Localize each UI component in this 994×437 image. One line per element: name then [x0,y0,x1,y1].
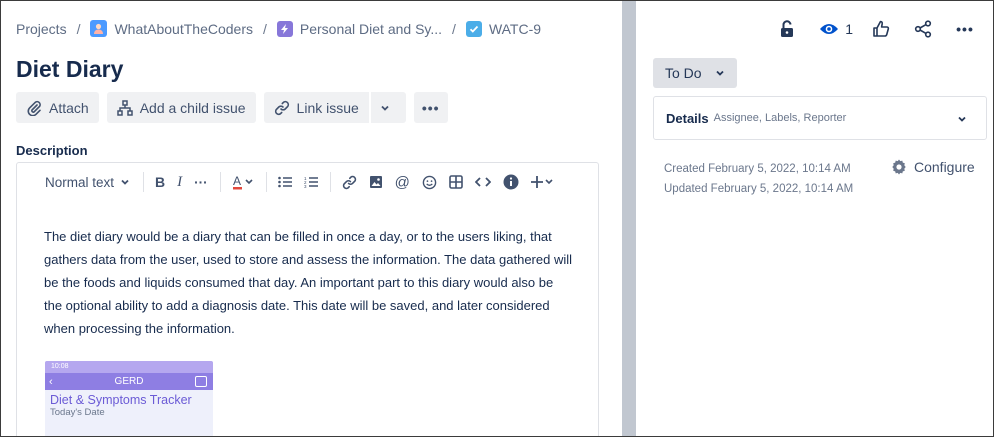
table-icon[interactable] [449,175,463,189]
bullet-list-icon[interactable] [277,176,292,188]
breadcrumb-separator: / [263,20,267,37]
toolbar-divider [329,172,331,192]
attached-screenshot[interactable]: 10:08 ‹ GERD Diet & Symptoms Tracker Tod… [45,361,213,436]
hierarchy-icon [116,99,133,116]
attach-button[interactable]: Attach [16,92,99,123]
insert-more-icon[interactable] [530,175,555,189]
chevron-down-icon [121,179,129,185]
issue-header-actions: 1 ••• [759,17,979,41]
add-child-issue-button[interactable]: Add a child issue [106,92,256,123]
issue-sidebar: 1 ••• To Do Details Assignee, Labels, Re… [636,1,993,436]
more-actions-button[interactable]: ••• [413,92,448,123]
emoji-icon[interactable] [422,175,437,190]
task-icon [465,20,482,37]
share-icon[interactable] [909,17,937,41]
watch-count: 1 [845,21,853,37]
watch-button[interactable]: 1 [819,21,853,37]
numbered-list-icon[interactable]: 123 [304,176,318,188]
preview-subheading: Today's Date [50,407,105,418]
issue-dates: Created February 5, 2022, 10:14 AM Updat… [664,159,853,199]
description-text[interactable]: The diet diary would be a diary that can… [44,225,574,340]
info-panel-icon[interactable] [503,174,519,190]
back-icon: ‹ [49,375,53,388]
editor-toolbar: Normal text B I ··· A 123 @ [17,163,598,201]
panel-resize-handle[interactable] [622,1,636,436]
breadcrumb-separator: / [76,20,81,37]
issue-view: Projects / WhatAboutTheCoders / Personal… [0,0,994,437]
status-label: To Do [665,65,702,81]
text-style-dropdown[interactable]: Normal text [45,175,131,190]
status-dropdown[interactable]: To Do [653,58,737,88]
breadcrumb-issue-key[interactable]: WATC-9 [489,21,541,37]
configure-label: Configure [914,159,975,175]
breadcrumb-project[interactable]: WhatAboutTheCoders [90,20,253,37]
breadcrumb: Projects / WhatAboutTheCoders / Personal… [16,20,541,37]
more-options-icon[interactable]: ••• [951,17,979,41]
link-issue-split-button: Link issue [263,92,406,123]
add-child-label: Add a child issue [139,99,246,116]
svg-text:A: A [233,174,241,188]
eye-icon [820,24,839,34]
breadcrumb-epic[interactable]: Personal Diet and Sy... [276,20,442,37]
chevron-down-icon [958,116,966,122]
link-issue-label: Link issue [296,99,359,116]
chevron-down-icon [715,70,724,76]
link-icon[interactable] [342,175,357,190]
breadcrumb-project-label[interactable]: WhatAboutTheCoders [114,21,253,37]
toolbar-divider [265,172,267,192]
description-editor[interactable]: Normal text B I ··· A 123 @ The diet dia… [16,162,599,436]
gear-icon [892,159,906,175]
chevron-down-icon [381,105,389,111]
preview-status-bar: 10:08 [45,361,213,373]
thumbs-up-icon[interactable] [867,17,895,41]
details-title: Details [666,110,709,126]
details-subtitle: Assignee, Labels, Reporter [713,112,847,124]
more-formatting-icon[interactable]: ··· [194,175,208,190]
profile-icon [195,376,207,387]
preview-bar-title: GERD [114,376,144,387]
breadcrumb-projects[interactable]: Projects [16,21,67,37]
code-icon[interactable] [474,176,491,188]
issue-main-panel: Projects / WhatAboutTheCoders / Personal… [1,1,622,436]
preview-app-bar: ‹ GERD [45,373,213,390]
toolbar-divider [143,172,145,192]
issue-toolbar: Attach Add a child issue Link issue ••• [16,92,448,123]
epic-icon [276,20,293,37]
link-issue-dropdown[interactable] [370,92,406,123]
description-label: Description [16,143,88,158]
created-date: Created February 5, 2022, 10:14 AM [664,163,851,175]
preview-heading: Diet & Symptoms Tracker [50,393,192,407]
svg-text:3: 3 [304,184,307,188]
bold-icon[interactable]: B [155,174,165,190]
issue-title[interactable]: Diet Diary [16,56,123,83]
paperclip-icon [27,100,41,116]
breadcrumb-separator: / [452,20,456,37]
link-icon [274,100,289,115]
details-panel[interactable]: Details Assignee, Labels, Reporter [653,96,987,140]
text-style-label: Normal text [45,174,115,190]
mention-icon[interactable]: @ [395,174,410,191]
updated-date: Updated February 5, 2022, 10:14 AM [664,183,854,195]
link-issue-button[interactable]: Link issue [263,92,369,123]
configure-button[interactable]: Configure [890,158,975,176]
breadcrumb-issue[interactable]: WATC-9 [465,20,541,37]
italic-icon[interactable]: I [177,174,182,191]
text-color-icon[interactable]: A [232,174,254,190]
attach-label: Attach [49,99,89,116]
lock-icon[interactable] [773,17,801,41]
breadcrumb-projects-label[interactable]: Projects [16,21,67,37]
breadcrumb-epic-label[interactable]: Personal Diet and Sy... [300,21,442,37]
project-avatar-icon [90,20,108,37]
image-icon[interactable] [369,175,383,189]
toolbar-divider [219,172,221,192]
